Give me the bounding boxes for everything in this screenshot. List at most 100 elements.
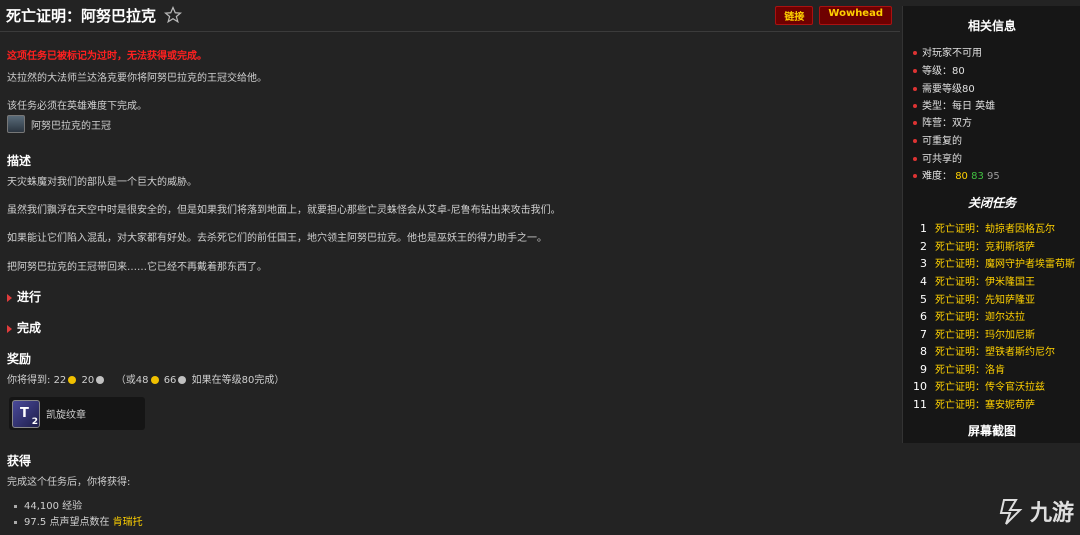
chain-heading: 关闭任务 <box>967 196 1016 210</box>
reward-item[interactable]: T 2 凯旋纹章 <box>9 397 145 430</box>
chain-number: 9 <box>920 363 927 376</box>
gain-text: 44,100 经验 <box>24 501 83 512</box>
emblem-of-triumph-icon: T 2 <box>12 399 40 428</box>
info-text: 可共享的 <box>922 154 962 165</box>
info-text: 等级：80 <box>922 66 965 77</box>
description-paragraph: 如果能让它们陷入混乱，对大家都有好处。去杀死它们的前任国王，地穴领主阿努巴拉克。… <box>7 233 547 244</box>
reward-icon-letter: T <box>20 405 29 421</box>
chain-number: 5 <box>920 293 927 306</box>
gains-heading: 获得 <box>7 454 32 468</box>
info-text: 可重复的 <box>922 136 962 147</box>
info-text: 对玩家不可用 <box>922 48 982 59</box>
info-row: 等级：80 <box>913 62 965 77</box>
rewards-prefix: 你将得到: <box>7 375 51 386</box>
gold-coin-icon <box>68 376 77 384</box>
title-buttons: 链接 Wowhead <box>775 6 892 25</box>
header-divider <box>0 31 900 32</box>
difficulty-value: 83 <box>971 171 984 182</box>
chain-number: 8 <box>920 345 927 358</box>
chain-item[interactable]: 2 死亡证明：克莉斯塔萨 <box>903 238 1080 253</box>
chain-link[interactable]: 死亡证明：传令官沃拉兹 <box>935 382 1045 393</box>
chain-link[interactable]: 死亡证明：魔网守护者埃雷苟斯 <box>935 259 1075 270</box>
difficulty-label: 难度： <box>922 171 952 182</box>
chain-item[interactable]: 9 死亡证明：洛肯 <box>903 361 1080 376</box>
alt-prefix: （或48 <box>115 375 149 386</box>
chain-link[interactable]: 死亡证明：迦尔达拉 <box>935 312 1025 323</box>
complete-heading: 完成 <box>17 321 42 335</box>
silver-amount: 20 <box>81 375 95 386</box>
alt-silver-amount: 66 <box>163 375 177 386</box>
chain-item[interactable]: 8 死亡证明：塑铁者斯约尼尔 <box>903 343 1080 358</box>
chain-link[interactable]: 死亡证明：先知萨隆亚 <box>935 295 1035 306</box>
chain-link[interactable]: 死亡证明：玛尔加尼斯 <box>935 330 1035 341</box>
info-row: 可重复的 <box>913 132 962 147</box>
quest-item[interactable]: 阿努巴拉克的王冠 <box>7 115 111 133</box>
chain-number: 11 <box>913 398 927 411</box>
info-row: 对玩家不可用 <box>913 44 982 59</box>
chain-item[interactable]: 7 死亡证明：玛尔加尼斯 <box>903 326 1080 341</box>
chain-number: 3 <box>920 257 927 270</box>
chain-link[interactable]: 死亡证明：伊米隆国王 <box>935 277 1035 288</box>
chain-item[interactable]: 10 死亡证明：传令官沃拉兹 <box>903 378 1080 393</box>
watermark-text: 九游 <box>1029 501 1074 526</box>
crown-item-icon <box>7 115 25 133</box>
chain-item[interactable]: 1 死亡证明：劫掠者因格瓦尔 <box>903 220 1080 235</box>
watermark: 九游 <box>996 495 1074 527</box>
chain-item[interactable]: 5 死亡证明：先知萨隆亚 <box>903 291 1080 306</box>
page-title: 死亡证明：阿努巴拉克 <box>6 6 157 25</box>
info-text: 需要等级80 <box>922 84 975 95</box>
chain-item[interactable]: 4 死亡证明：伊米隆国王 <box>903 273 1080 288</box>
gold-amount: 22 <box>53 375 67 386</box>
alt-suffix: 如果在等级80完成） <box>191 375 285 386</box>
chain-link[interactable]: 死亡证明：洛肯 <box>935 365 1005 376</box>
chain-number: 1 <box>920 222 927 235</box>
chain-link[interactable]: 死亡证明：塑铁者斯约尼尔 <box>935 347 1055 358</box>
bullet-icon <box>913 139 917 143</box>
screenshot-heading: 屏幕截图 <box>967 424 1016 438</box>
chain-link[interactable]: 死亡证明：克莉斯塔萨 <box>935 242 1035 253</box>
faction-link[interactable]: 肯瑞托 <box>113 517 143 528</box>
star-icon[interactable] <box>164 6 183 24</box>
gain-item: 44,100 经验 <box>14 497 82 512</box>
description-heading: 描述 <box>7 154 32 168</box>
reward-count: 2 <box>31 416 38 427</box>
info-row: 类型：每日 英雄 <box>913 97 995 112</box>
watermark-logo-icon <box>999 499 1023 525</box>
chain-link[interactable]: 死亡证明：塞安妮苟萨 <box>935 400 1035 411</box>
rewards-money: 你将得到: 22 20 （或48 66 如果在等级80完成） <box>7 371 284 386</box>
obsolete-warning: 这项任务已被标记为过时，无法获得或完成。 <box>7 51 207 62</box>
bullet-icon <box>913 87 917 91</box>
chain-number: 6 <box>920 310 927 323</box>
chain-item[interactable]: 3 死亡证明：魔网守护者埃雷苟斯 <box>903 255 1080 270</box>
gains-intro: 完成这个任务后，你将获得: <box>7 477 131 488</box>
progress-toggle[interactable]: 进行 <box>7 288 41 305</box>
chain-number: 7 <box>920 328 927 341</box>
info-text: 类型：每日 英雄 <box>922 101 996 112</box>
gain-item: 97.5 点声望点数在 肯瑞托 <box>14 513 143 528</box>
chain-item[interactable]: 6 死亡证明：迦尔达拉 <box>903 308 1080 323</box>
expand-arrow-icon <box>7 324 12 333</box>
silver-coin-icon <box>96 376 105 384</box>
related-info-heading: 相关信息 <box>967 19 1016 33</box>
complete-toggle[interactable]: 完成 <box>7 319 41 336</box>
info-row: 阵营：双方 <box>913 114 972 129</box>
quest-main: 死亡证明：阿努巴拉克 链接 Wowhead 这项任务已被标记为过时，无法获得或完… <box>0 0 900 535</box>
quest-item-name: 阿努巴拉克的王冠 <box>31 120 111 132</box>
title-bar: 死亡证明：阿努巴拉克 <box>6 4 183 26</box>
description-paragraph: 虽然我们飘浮在天空中时是很安全的，但是如果我们将落到地面上，就要担心那些亡灵蛛怪… <box>7 205 561 216</box>
gain-text: 97.5 点声望点数在 <box>24 517 110 528</box>
info-text: 阵营：双方 <box>922 118 972 129</box>
wowhead-button[interactable]: Wowhead <box>819 6 892 25</box>
bullet-icon <box>14 504 17 508</box>
chain-link[interactable]: 死亡证明：劫掠者因格瓦尔 <box>935 224 1055 235</box>
chain-item[interactable]: 11 死亡证明：塞安妮苟萨 <box>903 396 1080 411</box>
difficulty-note: 该任务必须在英雄难度下完成。 <box>7 101 147 112</box>
info-row: 可共享的 <box>913 150 962 165</box>
expand-arrow-icon <box>7 293 12 302</box>
rewards-heading: 奖励 <box>7 352 32 366</box>
info-row: 需要等级80 <box>913 80 975 95</box>
difficulty-row: 难度： 80 83 95 <box>913 167 1000 182</box>
silver-coin-icon <box>178 376 187 384</box>
gold-coin-icon <box>150 376 159 384</box>
link-button[interactable]: 链接 <box>775 6 814 25</box>
